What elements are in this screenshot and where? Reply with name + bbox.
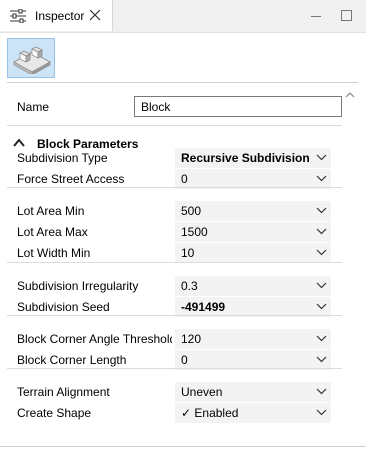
property-value: 120: [181, 332, 202, 346]
header-separator: [7, 82, 358, 83]
property-row: Lot Area Max 1500: [7, 222, 342, 243]
property-label: Create Shape: [17, 406, 92, 420]
group-divider: [7, 187, 342, 188]
property-label: Lot Area Min: [17, 204, 85, 218]
property-label: Lot Width Min: [17, 246, 91, 260]
property-dropdown[interactable]: 0: [175, 350, 331, 370]
property-row: Create Shape ✓ Enabled: [7, 403, 342, 424]
property-label: Block Corner Length: [17, 353, 127, 367]
property-label: Subdivision Irregularity: [17, 279, 139, 293]
chevron-down-icon[interactable]: [316, 302, 327, 310]
scrollbar[interactable]: [342, 88, 358, 451]
property-label: Subdivision Type: [17, 151, 108, 165]
property-dropdown[interactable]: ✓ Enabled: [175, 403, 331, 423]
group-divider: [7, 262, 342, 263]
property-value: ✓ Enabled: [181, 406, 239, 420]
chevron-down-icon[interactable]: [316, 281, 327, 289]
property-value: 0: [181, 172, 188, 186]
chevron-down-icon[interactable]: [316, 206, 327, 214]
chevron-down-icon[interactable]: [316, 153, 327, 161]
property-value: 10: [181, 246, 195, 260]
property-label: Block Corner Angle Threshold: [17, 332, 172, 346]
chevron-down-icon[interactable]: [316, 408, 327, 416]
tab-bar: Inspector: [0, 0, 366, 32]
property-label: Lot Area Max: [17, 225, 88, 239]
inspector-panel: Name Block Block Parameters Subdivision …: [0, 32, 366, 451]
name-value: Block: [141, 99, 171, 114]
tab-title: Inspector: [35, 9, 85, 23]
divider: [7, 125, 342, 126]
property-value: Uneven: [181, 385, 223, 399]
chevron-down-icon[interactable]: [316, 227, 327, 235]
property-dropdown[interactable]: 0: [175, 169, 331, 189]
property-dropdown[interactable]: -491499: [175, 297, 331, 317]
scroll-up-icon[interactable]: [345, 91, 355, 99]
properties-content: Name Block Block Parameters Subdivision …: [7, 88, 342, 451]
minimize-icon[interactable]: [311, 16, 321, 17]
chevron-down-icon[interactable]: [316, 248, 327, 256]
property-dropdown[interactable]: 120: [175, 329, 331, 349]
property-dropdown[interactable]: 0.3: [175, 276, 331, 296]
maximize-icon[interactable]: [341, 10, 352, 21]
tab-inspector[interactable]: Inspector: [0, 0, 113, 31]
name-label: Name: [17, 100, 50, 114]
property-row: Lot Width Min 10: [7, 243, 342, 264]
property-value: 0.3: [181, 279, 198, 293]
property-value: 0: [181, 353, 188, 367]
chevron-down-icon[interactable]: [316, 355, 327, 363]
property-value: Recursive Subdivision: [181, 151, 310, 165]
name-input[interactable]: Block: [134, 96, 342, 117]
scroll-track[interactable]: [344, 108, 356, 448]
property-row: Lot Area Min 500: [7, 201, 342, 222]
property-dropdown[interactable]: 500: [175, 201, 331, 221]
property-row: Terrain Alignment Uneven: [7, 382, 342, 403]
property-row: Subdivision Irregularity 0.3: [7, 276, 342, 297]
close-icon[interactable]: [88, 8, 102, 22]
group-divider: [7, 315, 342, 316]
property-label: Terrain Alignment: [17, 385, 110, 399]
property-label: Force Street Access: [17, 172, 125, 186]
property-dropdown[interactable]: Recursive Subdivision: [175, 148, 331, 168]
chevron-down-icon[interactable]: [316, 174, 327, 182]
shape-thumbnail[interactable]: [7, 38, 55, 78]
block-shape-icon: [13, 46, 51, 74]
property-value: 1500: [181, 225, 208, 239]
sliders-icon: [10, 9, 26, 23]
property-dropdown[interactable]: 1500: [175, 222, 331, 242]
property-value: -491499: [181, 300, 226, 314]
property-row: Block Corner Angle Threshold 120: [7, 329, 342, 350]
property-dropdown[interactable]: 10: [175, 243, 331, 263]
chevron-down-icon[interactable]: [316, 387, 327, 395]
chevron-down-icon[interactable]: [316, 334, 327, 342]
property-value: 500: [181, 204, 202, 218]
bottom-border: [0, 446, 366, 447]
group-divider: [7, 368, 342, 369]
property-dropdown[interactable]: Uneven: [175, 382, 331, 402]
name-row: Name Block: [7, 95, 342, 119]
property-label: Subdivision Seed: [17, 300, 110, 314]
property-row: Subdivision Type Recursive Subdivision: [7, 148, 342, 169]
